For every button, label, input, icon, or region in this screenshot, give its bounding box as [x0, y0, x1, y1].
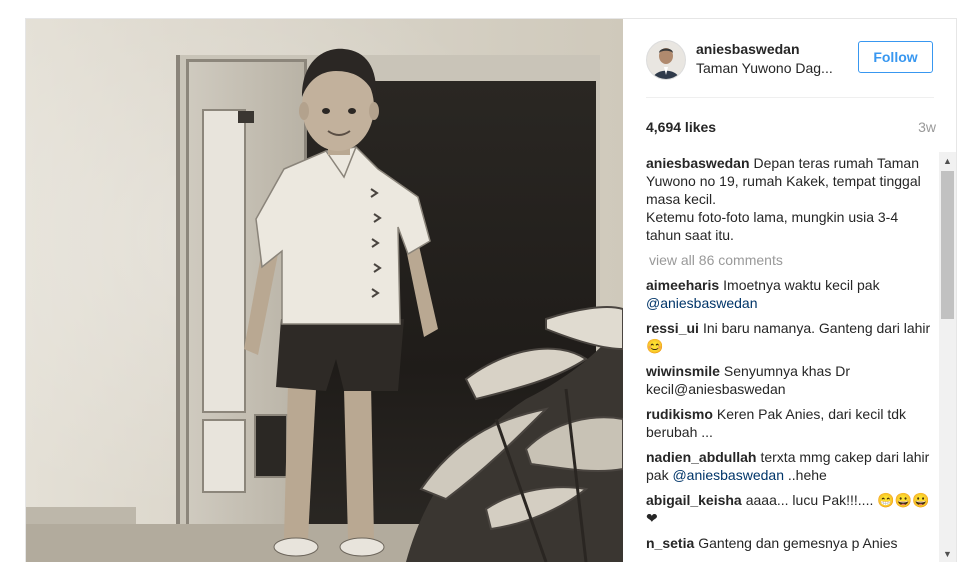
comment-username[interactable]: ressi_ui [646, 320, 699, 336]
instagram-post: aniesbaswedan Taman Yuwono Dag... Follow… [25, 18, 957, 562]
comment-item: rudikismo Keren Pak Anies, dari kecil tdk… [646, 405, 936, 441]
comment-username[interactable]: nadien_abdullah [646, 449, 756, 465]
comment-text-after: ..hehe [783, 467, 827, 483]
comments-scrollbar[interactable]: ▲ ▼ [939, 152, 956, 562]
comment-text: Imoetnya waktu kecil pak [723, 277, 880, 293]
likes-count[interactable]: 4,694 likes [646, 119, 716, 135]
comment-item: wiwinsmile Senyumnya khas Dr kecil@aniesb… [646, 362, 936, 398]
caption-username[interactable]: aniesbaswedan [646, 155, 750, 171]
scroll-down-arrow-icon[interactable]: ▼ [939, 545, 956, 562]
post-username[interactable]: aniesbaswedan [696, 41, 800, 57]
follow-button[interactable]: Follow [858, 41, 933, 73]
comment-item: abigail_keisha aaaa... lucu Pak!!!.... 😁😀… [646, 491, 936, 527]
avatar[interactable] [646, 40, 686, 80]
comments-list[interactable]: aniesbaswedan Depan teras rumah Taman Yuw… [646, 154, 936, 562]
comment-username[interactable]: abigail_keisha [646, 492, 742, 508]
post-age[interactable]: 3w [918, 119, 936, 135]
avatar-image [647, 41, 685, 79]
post-location[interactable]: Taman Yuwono Dag... [696, 60, 844, 76]
photo-child [244, 48, 438, 557]
comment-item: nadien_abdullah terxta mmg cakep dari lah… [646, 448, 936, 484]
comment-username[interactable]: rudikismo [646, 406, 713, 422]
post-sidebar: aniesbaswedan Taman Yuwono Dag... Follow… [624, 19, 956, 562]
post-photo[interactable] [26, 19, 623, 562]
comment-username[interactable]: wiwinsmile [646, 363, 720, 379]
comment-text: Ganteng dan gemesnya p Anies [698, 535, 898, 551]
comment-mention[interactable]: @aniesbaswedan [646, 295, 758, 311]
post-header: aniesbaswedan Taman Yuwono Dag... Follow [646, 19, 934, 98]
post-caption: aniesbaswedan Depan teras rumah Taman Yuw… [646, 154, 936, 244]
comment-username[interactable]: n_setia [646, 535, 694, 551]
view-all-comments-link[interactable]: view all 86 comments [649, 252, 936, 268]
comment-item: aimeeharis Imoetnya waktu kecil pak @anie… [646, 276, 936, 312]
comment-item: n_setia Ganteng dan gemesnya p Anies [646, 534, 936, 552]
scrollbar-thumb[interactable] [941, 171, 954, 319]
comment-item: ressi_ui Ini baru namanya. Ganteng dari l… [646, 319, 936, 355]
scroll-up-arrow-icon[interactable]: ▲ [939, 152, 956, 169]
comment-mention[interactable]: @aniesbaswedan [672, 467, 784, 483]
comment-username[interactable]: aimeeharis [646, 277, 719, 293]
